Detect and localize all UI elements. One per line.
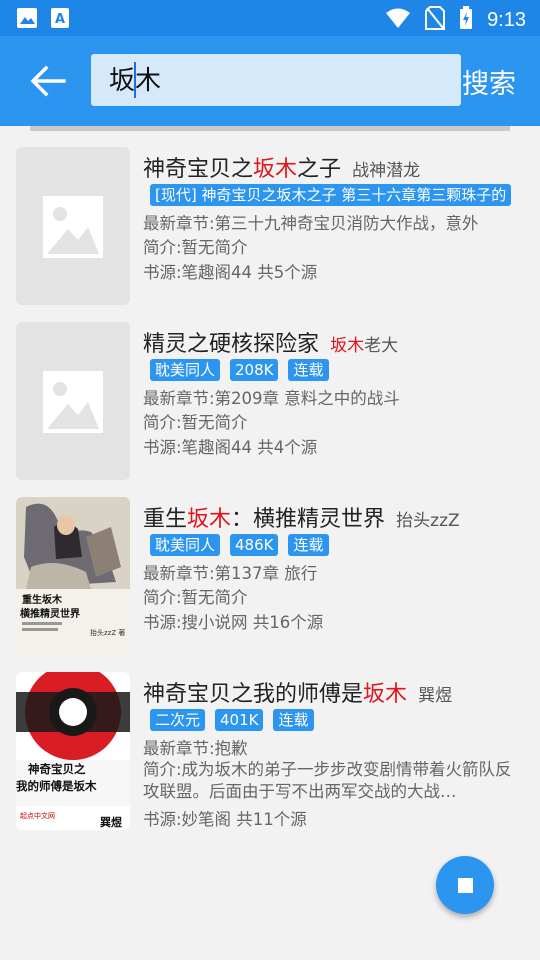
cover-author: 抬头zzZ 著 xyxy=(90,628,125,637)
latest-chapter: 最新章节:第三十九神奇宝贝消防大作战，意外 xyxy=(143,214,479,233)
status-tag: 连载 xyxy=(288,359,329,381)
placeholder-image-icon xyxy=(16,147,130,305)
book-title: 精灵之硬核探险家 xyxy=(143,332,320,357)
category-tag: 耽美同人 xyxy=(150,534,221,556)
svg-text:A: A xyxy=(55,12,65,27)
tag-row: 二次元 401K 连载 xyxy=(150,709,314,731)
book-source: 书源:妙笔阁 共11个源 xyxy=(143,810,307,829)
app-bar: 搜索 xyxy=(0,36,540,126)
clock-time: 9:13 xyxy=(487,8,526,31)
tag-row: 耽美同人 486K 连载 xyxy=(150,534,329,556)
list-item[interactable]: 精灵之硬核探险家 坂木老大 耽美同人 208K 连载 最新章节:第209章 意料… xyxy=(0,306,540,481)
list-item[interactable]: 神奇宝贝之坂木之子 战神潜龙 [现代] 神奇宝贝之坂木之子 第三十六章第三颗珠子… xyxy=(0,131,540,306)
book-cover-image: 神奇宝贝之 我的师傅是坂木 起点中文网 巽煜 xyxy=(16,672,130,830)
tag-row: [现代] 神奇宝贝之坂木之子 第三十六章第三颗珠子的 xyxy=(150,184,512,206)
search-input[interactable] xyxy=(107,62,441,94)
book-intro: 简介:暂无简介 xyxy=(143,238,248,257)
book-source: 书源:笔趣阁44 共5个源 xyxy=(143,263,318,282)
battery-charging-icon xyxy=(459,6,473,34)
book-title: 神奇宝贝之坂木之子 xyxy=(143,157,342,182)
image-icon xyxy=(16,7,38,33)
cover-publisher: 起点中文网 xyxy=(20,811,55,820)
book-title: 神奇宝贝之我的师傅是坂木 xyxy=(143,682,408,707)
cover-title-line1: 重生坂木 xyxy=(22,593,63,606)
status-tag: 连载 xyxy=(273,709,314,731)
status-bar: A 9:13 xyxy=(0,0,540,36)
cover-title-line2: 横推精灵世界 xyxy=(20,607,80,620)
text-a-icon: A xyxy=(50,7,70,33)
search-button[interactable]: 搜索 xyxy=(462,62,516,101)
cover-title-line2: 我的师傅是坂木 xyxy=(16,779,97,793)
latest-chapter: 最新章节:第137章 旅行 xyxy=(143,564,318,583)
wifi-icon xyxy=(385,7,411,33)
list-item[interactable]: 神奇宝贝之 我的师傅是坂木 起点中文网 巽煜 神奇宝贝之我的师傅是坂木 巽煜 二… xyxy=(0,656,540,831)
arrow-left-icon xyxy=(26,65,70,104)
book-title: 重生坂木：横推精灵世界 xyxy=(143,507,386,532)
book-author: 巽煜 xyxy=(418,686,453,706)
placeholder-image-icon xyxy=(16,322,130,480)
book-author: 抬头zzZ xyxy=(396,511,460,531)
tag: [现代] 神奇宝贝之坂木之子 第三十六章第三颗珠子的 xyxy=(150,184,512,206)
cover-author: 巽煜 xyxy=(100,815,122,829)
book-source: 书源:搜小说网 共16个源 xyxy=(143,613,324,632)
word-count-tag: 401K xyxy=(215,709,264,731)
latest-chapter: 最新章节:抱歉 xyxy=(143,739,248,758)
search-results-list[interactable]: 神奇宝贝之坂木之子 战神潜龙 [现代] 神奇宝贝之坂木之子 第三十六章第三颗珠子… xyxy=(0,131,540,831)
status-tag: 连载 xyxy=(288,534,329,556)
category-tag: 二次元 xyxy=(150,709,206,731)
book-source: 书源:笔趣阁44 共4个源 xyxy=(143,438,318,457)
tag-row: 耽美同人 208K 连载 xyxy=(150,359,329,381)
book-intro: 简介:暂无简介 xyxy=(143,588,248,607)
book-intro: 简介:成为坂木的弟子一步步改变剧情带着火箭队反攻联盟。后面由于写不出两军交战的大… xyxy=(143,760,512,801)
word-count-tag: 208K xyxy=(230,359,279,381)
book-author: 坂木老大 xyxy=(330,336,399,356)
latest-chapter: 最新章节:第209章 意料之中的战斗 xyxy=(143,389,400,408)
stop-search-button[interactable] xyxy=(436,856,494,914)
book-cover-image: 重生坂木 横推精灵世界 抬头zzZ 著 xyxy=(16,497,130,655)
category-tag: 耽美同人 xyxy=(150,359,221,381)
text-cursor xyxy=(134,62,136,98)
back-button[interactable] xyxy=(26,62,70,100)
search-field[interactable] xyxy=(91,54,461,106)
word-count-tag: 486K xyxy=(230,534,279,556)
cover-title-line1: 神奇宝贝之 xyxy=(28,762,86,776)
no-sim-icon xyxy=(425,6,446,34)
book-author: 战神潜龙 xyxy=(352,161,421,181)
stop-icon xyxy=(458,878,473,893)
book-intro: 简介:暂无简介 xyxy=(143,413,248,432)
list-item[interactable]: 重生坂木 横推精灵世界 抬头zzZ 著 重生坂木：横推精灵世界 抬头zzZ 耽美… xyxy=(0,481,540,656)
